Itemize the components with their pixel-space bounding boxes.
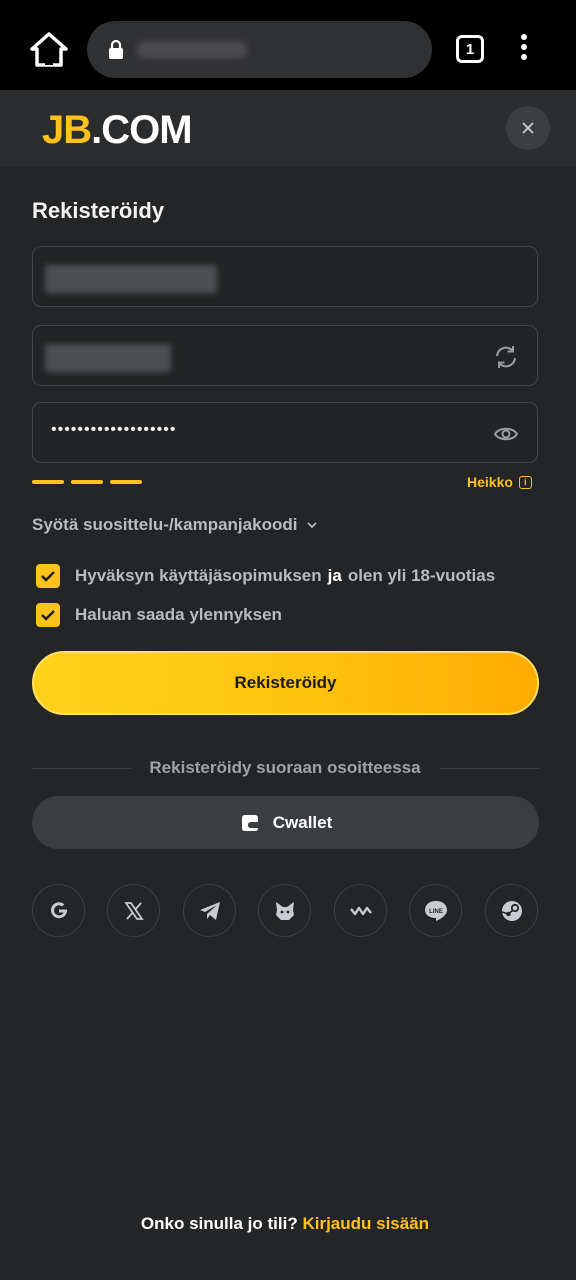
lock-icon	[108, 39, 124, 60]
url-text-blurred	[137, 41, 247, 59]
x-login-button[interactable]	[107, 884, 160, 937]
address-bar[interactable]	[87, 21, 432, 78]
email-value-blurred	[45, 265, 217, 293]
chevron-down-icon	[307, 522, 318, 529]
login-prompt: Onko sinulla jo tili? Kirjaudu sisään	[140, 1214, 430, 1233]
password-strength-meter	[32, 480, 142, 484]
promotions-label: Haluan saada ylennyksen	[75, 605, 282, 624]
password-strength-label: Heikko i	[467, 474, 532, 490]
close-icon	[522, 122, 534, 134]
cwallet-icon	[241, 814, 258, 831]
metamask-login-button[interactable]	[258, 884, 311, 937]
tab-switcher-button[interactable]: 1	[456, 35, 484, 63]
terms-agreement-row: Hyväksyn käyttäjäsopimuksen ja olen yli 18…	[36, 564, 495, 588]
register-button[interactable]: Rekisteröidy	[32, 651, 539, 715]
telegram-login-button[interactable]	[183, 884, 236, 937]
line-login-button[interactable]: LINE	[409, 884, 462, 937]
social-divider-text: Rekisteröidy suoraan osoitteessa	[149, 758, 421, 777]
line-icon: LINE	[424, 900, 447, 921]
username-value-blurred	[45, 344, 171, 372]
home-icon[interactable]	[28, 31, 70, 69]
username-field[interactable]	[32, 325, 538, 386]
steam-icon	[501, 900, 522, 921]
refresh-icon[interactable]	[493, 344, 519, 370]
info-icon[interactable]: i	[518, 475, 532, 489]
google-icon	[50, 901, 67, 918]
site-logo[interactable]: JB.COM	[42, 108, 193, 152]
promotions-row: Haluan saada ylennyksen	[36, 603, 282, 627]
checkmark-icon	[41, 610, 55, 621]
telegram-icon	[199, 901, 220, 920]
walletconnect-icon	[349, 906, 372, 915]
google-login-button[interactable]	[32, 884, 85, 937]
svg-text:LINE: LINE	[429, 909, 443, 915]
browser-menu-icon[interactable]	[519, 34, 529, 64]
password-value: •••••••••••••••••••	[51, 421, 177, 438]
walletconnect-login-button[interactable]	[334, 884, 387, 937]
eye-icon[interactable]	[493, 421, 519, 447]
password-field[interactable]: •••••••••••••••••••	[32, 402, 538, 463]
close-button[interactable]	[506, 106, 550, 150]
browser-toolbar: 1	[0, 0, 576, 90]
checkmark-icon	[41, 571, 55, 582]
metamask-icon	[275, 901, 294, 920]
age-confirmation-text: olen yli 18-vuotias	[347, 566, 496, 585]
page-title: Rekisteröidy	[32, 198, 165, 223]
terms-checkbox[interactable]	[36, 564, 60, 588]
x-icon	[123, 901, 144, 920]
steam-login-button[interactable]	[485, 884, 538, 937]
promotions-checkbox[interactable]	[36, 603, 60, 627]
user-agreement-link[interactable]: Hyväksyn käyttäjäsopimuksen	[75, 566, 322, 585]
login-link[interactable]: Kirjaudu sisään	[302, 1214, 429, 1233]
email-field[interactable]	[32, 246, 538, 307]
promo-code-toggle[interactable]: Syötä suosittelu-/kampanjakoodi	[32, 515, 318, 535]
cwallet-button[interactable]: Cwallet	[32, 796, 539, 849]
